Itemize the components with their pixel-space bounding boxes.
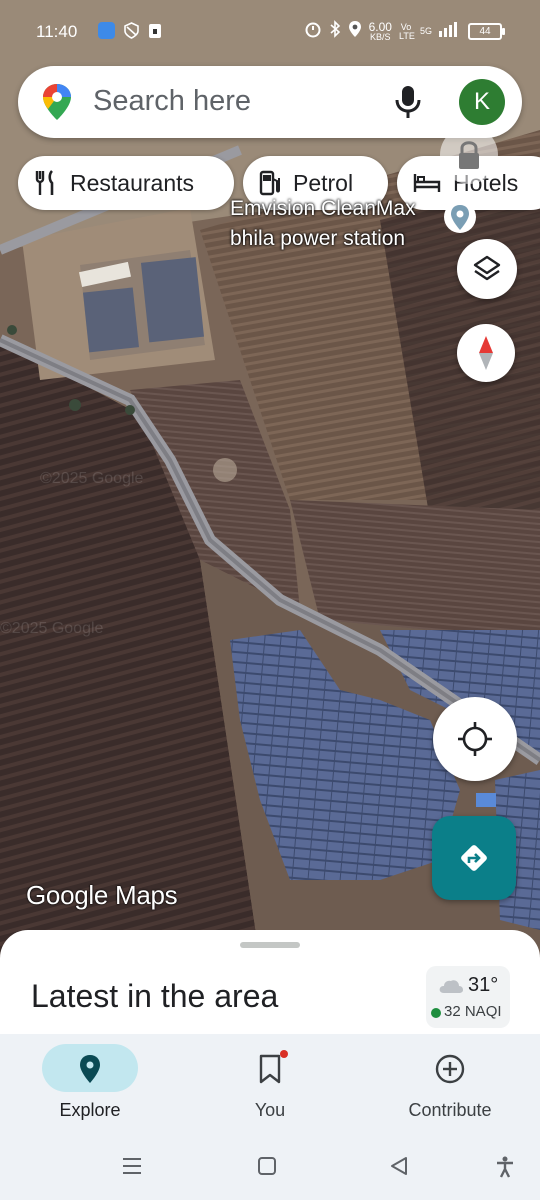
cloud-icon — [438, 978, 464, 999]
layers-button[interactable] — [457, 239, 517, 299]
map-watermark: ©2025 Google — [40, 470, 144, 487]
nav-you[interactable]: You — [180, 1034, 360, 1134]
place-label[interactable]: Emvision CleanMax bhila power station — [230, 194, 416, 254]
system-navigation-bar — [0, 1134, 540, 1200]
volte-indicator: Vo LTE — [398, 21, 415, 41]
directions-icon — [461, 845, 487, 871]
directions-button[interactable] — [432, 816, 516, 900]
bottom-navigation: Explore You Contribute — [0, 1034, 540, 1134]
home-icon[interactable] — [257, 1156, 277, 1181]
crosshair-icon — [458, 722, 492, 756]
network-type: 5G — [419, 26, 432, 36]
drag-handle[interactable] — [240, 942, 300, 948]
status-bar: 11:40 6.00 KB/S Vo LTE 5G 44 — [0, 0, 540, 62]
sheet-title: Latest in the area — [31, 978, 279, 1014]
explore-pin-icon — [78, 1054, 102, 1089]
weather-card[interactable]: 31° 32 NAQI — [426, 966, 510, 1028]
location-icon — [348, 20, 362, 43]
add-circle-icon — [435, 1054, 465, 1089]
nav-label: Contribute — [408, 1100, 492, 1120]
fuel-pump-icon — [259, 170, 280, 196]
chip-label: Restaurants — [70, 169, 195, 196]
signal-icon — [439, 21, 461, 42]
aqi-status-dot — [431, 1008, 441, 1018]
temperature: 31° — [468, 974, 499, 996]
alarm-icon — [304, 20, 322, 43]
map-watermark: ©2025 Google — [0, 620, 104, 637]
search-input[interactable]: Search here — [93, 85, 251, 118]
nav-label: Explore — [59, 1100, 121, 1120]
notification-icons — [98, 22, 162, 44]
status-time: 11:40 — [36, 22, 78, 41]
nav-contribute[interactable]: Contribute — [360, 1034, 540, 1134]
chip-restaurants[interactable]: Restaurants — [18, 156, 234, 210]
layers-icon — [473, 255, 501, 281]
bed-icon — [413, 174, 441, 192]
notification-badge — [280, 1050, 288, 1058]
my-location-button[interactable] — [433, 697, 517, 781]
place-marker-icon[interactable] — [443, 200, 477, 247]
back-icon[interactable] — [389, 1156, 409, 1181]
bookmark-icon — [258, 1054, 282, 1089]
battery-indicator: 44 — [468, 23, 505, 40]
compass-icon — [479, 336, 493, 370]
chip-label: Petrol — [293, 169, 354, 196]
google-maps-pin-icon — [42, 83, 72, 126]
google-maps-logo: Google Maps — [26, 880, 178, 910]
lock-notification-icon — [148, 22, 162, 44]
fork-knife-icon — [35, 170, 54, 195]
vpn-icon — [123, 22, 140, 44]
aqi-value: 32 NAQI — [444, 1003, 502, 1020]
app-notification-icon — [98, 22, 115, 39]
accessibility-icon[interactable] — [495, 1156, 515, 1183]
microphone-icon[interactable] — [394, 84, 422, 125]
status-right-icons: 6.00 KB/S Vo LTE 5G 44 — [304, 20, 505, 43]
nav-explore[interactable]: Explore — [0, 1034, 180, 1134]
account-avatar[interactable]: K — [459, 79, 505, 125]
compass-button[interactable] — [457, 324, 515, 382]
menu-icon[interactable] — [122, 1156, 142, 1181]
bottom-sheet[interactable]: Latest in the area 31° 32 NAQI — [0, 930, 540, 1040]
lock-icon — [440, 126, 498, 189]
bluetooth-icon — [329, 20, 341, 43]
net-speed: 6.00 KB/S — [368, 20, 392, 42]
nav-label: You — [254, 1100, 286, 1120]
